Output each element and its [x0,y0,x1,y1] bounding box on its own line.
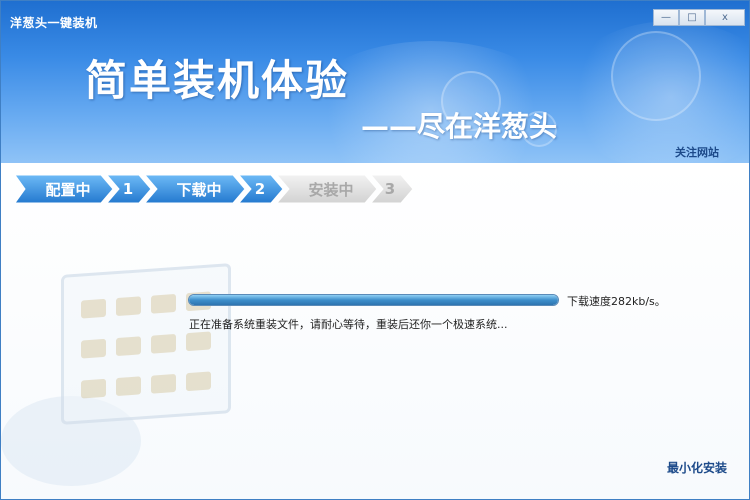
decorative-tile [116,336,141,357]
decorative-tile [81,298,106,319]
minimize-install-button[interactable]: 最小化安装 [667,459,727,476]
decorative-tile [151,293,176,314]
download-progress-bar [188,294,559,306]
installer-window: 洋葱头一键装机 — □ x 简单装机体验 ——尽在洋葱头 关注网站 配置中 1 … [0,0,750,500]
download-speed: 下载速度282kb/s。 [567,295,666,308]
slogan-sub: ——尽在洋葱头 [361,110,558,143]
decorative-icon-grid [81,291,211,410]
decorative-tile [186,331,211,352]
step-3-number: 3 [384,180,396,198]
step-1-number: 1 [122,180,134,198]
decorative-tile [151,373,176,394]
decorative-tile [116,296,141,317]
banner-bubble [611,31,701,121]
decorative-tile [81,338,106,359]
download-progress-fill [189,295,558,305]
step-2-label: 下载中 [176,180,222,199]
step-2-number: 2 [254,180,266,198]
decorative-tile [81,378,106,399]
slogan-main: 简单装机体验 [85,56,350,105]
follow-website-link[interactable]: 关注网站 [675,144,719,160]
decorative-tile [116,376,141,397]
step-1-label: 配置中 [45,180,91,199]
decorative-tile [186,371,211,392]
decorative-tile [151,333,176,354]
header-banner: 洋葱头一键装机 — □ x 简单装机体验 ——尽在洋葱头 关注网站 [1,1,749,163]
window-title: 洋葱头一键装机 [10,16,98,30]
minimize-button[interactable]: — [653,9,679,26]
install-steps: 配置中 1 下载中 2 安装中 3 [15,175,435,203]
maximize-button[interactable]: □ [679,9,705,26]
close-button[interactable]: x [705,9,745,26]
step-3-label: 安装中 [308,180,354,199]
window-controls: — □ x [653,9,745,26]
download-status: 正在准备系统重装文件，请耐心等待，重装后还你一个极速系统... [189,318,508,331]
